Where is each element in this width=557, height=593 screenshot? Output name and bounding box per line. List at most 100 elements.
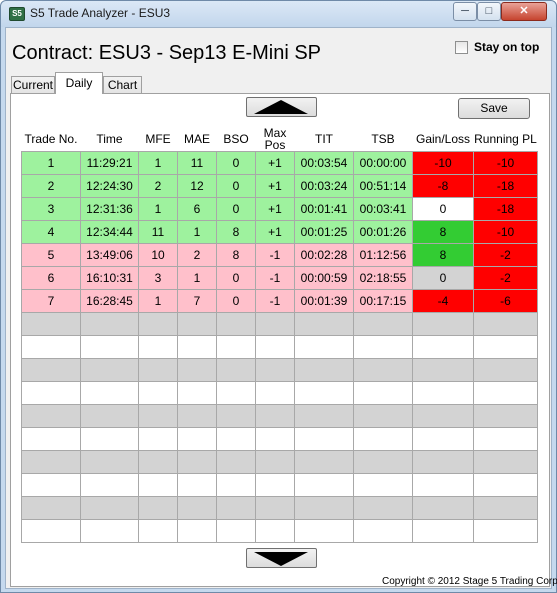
table-cell[interactable] [255,450,295,474]
table-cell[interactable]: 01:12:56 [353,243,413,267]
table-cell[interactable] [294,473,354,497]
header-gain-loss[interactable]: Gain/Loss [412,127,474,152]
table-cell[interactable]: +1 [255,197,295,221]
table-cell[interactable] [412,473,474,497]
table-cell[interactable] [138,335,178,359]
table-cell[interactable] [294,381,354,405]
table-cell[interactable] [412,427,474,451]
table-cell[interactable]: 1 [138,151,178,175]
table-cell[interactable] [80,358,139,382]
table-row[interactable]: 7 16:28:45 1 7 0 -1 00:01:39 00:17:15 -4 -6 [21,289,538,313]
table-cell[interactable]: -10 [473,220,538,244]
table-cell[interactable]: 00:01:39 [294,289,354,313]
table-cell[interactable] [177,496,217,520]
table-cell[interactable] [177,335,217,359]
table-cell[interactable]: -1 [255,266,295,290]
table-cell[interactable] [21,450,81,474]
table-cell[interactable] [473,450,538,474]
table-cell[interactable] [255,358,295,382]
table-cell[interactable]: 7 [177,289,217,313]
header-mae[interactable]: MAE [177,127,217,152]
table-cell[interactable] [353,450,413,474]
header-time[interactable]: Time [80,127,139,152]
table-cell[interactable] [473,473,538,497]
table-cell[interactable] [353,312,413,336]
empty-row[interactable] [21,496,538,520]
table-cell[interactable] [80,381,139,405]
table-cell[interactable] [138,358,178,382]
table-cell[interactable] [21,381,81,405]
table-cell[interactable] [216,358,256,382]
table-row[interactable]: 4 12:34:44 11 1 8 +1 00:01:25 00:01:26 8 -10 [21,220,538,244]
table-cell[interactable]: 8 [216,243,256,267]
table-cell[interactable] [353,427,413,451]
table-cell[interactable]: 1 [21,151,81,175]
table-cell[interactable] [255,427,295,451]
save-button[interactable]: Save [458,98,530,119]
table-cell[interactable] [412,335,474,359]
table-cell[interactable] [138,312,178,336]
table-cell[interactable] [473,358,538,382]
table-cell[interactable]: 13:49:06 [80,243,139,267]
table-cell[interactable]: 11:29:21 [80,151,139,175]
table-cell[interactable]: 2 [21,174,81,198]
header-tit[interactable]: TIT [294,127,354,152]
table-cell[interactable]: 0 [216,151,256,175]
table-cell[interactable]: 00:02:28 [294,243,354,267]
table-cell[interactable] [294,335,354,359]
table-cell[interactable] [138,427,178,451]
table-cell[interactable]: 02:18:55 [353,266,413,290]
table-cell[interactable] [216,381,256,405]
empty-row[interactable] [21,404,538,428]
table-cell[interactable] [21,358,81,382]
table-cell[interactable] [177,473,217,497]
table-row[interactable]: 2 12:24:30 2 12 0 +1 00:03:24 00:51:14 -8 -18 [21,174,538,198]
header-running-pl[interactable]: Running PL [473,127,538,152]
table-cell[interactable] [255,312,295,336]
table-cell[interactable] [473,427,538,451]
table-cell[interactable] [412,381,474,405]
table-cell[interactable] [294,450,354,474]
table-cell[interactable] [216,519,256,543]
table-cell[interactable]: -10 [473,151,538,175]
table-cell[interactable]: -2 [473,266,538,290]
table-cell[interactable] [80,427,139,451]
table-row[interactable]: 6 16:10:31 3 1 0 -1 00:00:59 02:18:55 0 -2 [21,266,538,290]
table-cell[interactable]: 8 [412,220,474,244]
table-cell[interactable] [216,312,256,336]
table-cell[interactable]: 10 [138,243,178,267]
table-row[interactable]: 5 13:49:06 10 2 8 -1 00:02:28 01:12:56 8 -2 [21,243,538,267]
table-cell[interactable] [412,496,474,520]
tab-current[interactable]: Current [11,76,55,94]
table-cell[interactable]: 0 [216,174,256,198]
table-cell[interactable]: 0 [216,266,256,290]
empty-row[interactable] [21,427,538,451]
table-cell[interactable]: 6 [177,197,217,221]
table-cell[interactable] [21,427,81,451]
table-cell[interactable] [353,473,413,497]
table-cell[interactable]: 00:03:54 [294,151,354,175]
table-cell[interactable] [177,312,217,336]
table-cell[interactable] [255,473,295,497]
table-cell[interactable] [412,519,474,543]
table-cell[interactable]: 3 [21,197,81,221]
table-cell[interactable]: +1 [255,220,295,244]
scroll-down-button[interactable] [246,548,317,568]
table-cell[interactable]: 5 [21,243,81,267]
table-cell[interactable]: 12:34:44 [80,220,139,244]
table-cell[interactable] [255,335,295,359]
table-cell[interactable]: 00:00:00 [353,151,413,175]
table-cell[interactable] [138,519,178,543]
table-cell[interactable] [294,404,354,428]
empty-row[interactable] [21,312,538,336]
table-cell[interactable]: 11 [177,151,217,175]
table-cell[interactable] [473,335,538,359]
header-max-pos[interactable]: Max Pos [255,127,295,152]
table-cell[interactable] [80,404,139,428]
table-cell[interactable]: 00:01:41 [294,197,354,221]
table-cell[interactable] [353,335,413,359]
empty-row[interactable] [21,358,538,382]
table-cell[interactable] [21,312,81,336]
table-cell[interactable] [177,404,217,428]
table-row[interactable]: 3 12:31:36 1 6 0 +1 00:01:41 00:03:41 0 -18 [21,197,538,221]
